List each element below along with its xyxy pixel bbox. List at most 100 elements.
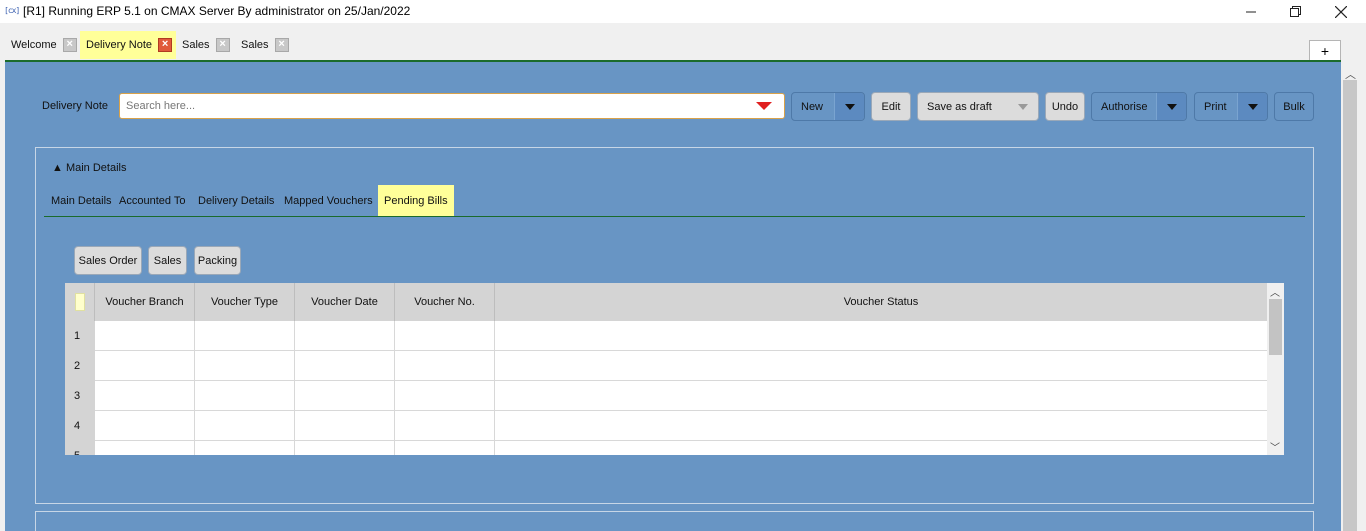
cell-voucher-date[interactable] bbox=[295, 381, 395, 411]
form-label: Delivery Note bbox=[42, 100, 109, 112]
subtab-main-details[interactable]: Main Details bbox=[45, 185, 118, 216]
sales-button[interactable]: Sales bbox=[148, 246, 187, 275]
edit-button-label: Edit bbox=[881, 100, 901, 113]
table-row[interactable]: 1 bbox=[65, 321, 1267, 351]
cell-voucher-branch[interactable] bbox=[95, 441, 195, 455]
column-header[interactable]: Voucher Date bbox=[295, 283, 395, 321]
cell-voucher-date[interactable] bbox=[295, 351, 395, 381]
chevron-down-icon bbox=[1018, 103, 1028, 110]
cell-voucher-status[interactable] bbox=[495, 411, 1267, 441]
minimize-button[interactable] bbox=[1228, 0, 1274, 23]
table-header: Voucher Branch Voucher Type Voucher Date… bbox=[65, 283, 1267, 321]
tab-close-icon[interactable]: × bbox=[158, 38, 173, 52]
cell-voucher-type[interactable] bbox=[195, 381, 295, 411]
new-button[interactable]: New bbox=[791, 92, 865, 121]
cell-voucher-no[interactable] bbox=[395, 381, 495, 411]
chevron-up-icon[interactable]: ︿ bbox=[1270, 284, 1280, 299]
column-header[interactable]: Voucher Branch bbox=[95, 283, 195, 321]
undo-button[interactable]: Undo bbox=[1045, 92, 1085, 121]
save-button-label: Save as draft bbox=[927, 100, 992, 113]
page-scrollbar[interactable]: ︿ bbox=[1341, 62, 1360, 531]
close-icon bbox=[1335, 5, 1347, 18]
print-button-label: Print bbox=[1204, 100, 1227, 113]
cell-voucher-branch[interactable] bbox=[95, 321, 195, 351]
table-scrollbar-thumb[interactable] bbox=[1269, 299, 1282, 355]
save-dropdown[interactable] bbox=[1008, 93, 1038, 120]
table-row[interactable]: 2 bbox=[65, 351, 1267, 381]
cell-voucher-status[interactable] bbox=[495, 321, 1267, 351]
cell-voucher-branch[interactable] bbox=[95, 351, 195, 381]
cell-voucher-type[interactable] bbox=[195, 321, 295, 351]
cell-voucher-status[interactable] bbox=[495, 441, 1267, 455]
row-number: 5 bbox=[65, 441, 95, 455]
chevron-down-icon bbox=[1247, 103, 1258, 110]
select-all-box[interactable] bbox=[75, 293, 85, 311]
search-input[interactable] bbox=[120, 94, 720, 118]
packing-button[interactable]: Packing bbox=[194, 246, 241, 275]
tab-label: Welcome bbox=[11, 39, 57, 51]
cell-voucher-no[interactable] bbox=[395, 441, 495, 455]
cell-voucher-no[interactable] bbox=[395, 321, 495, 351]
cell-voucher-no[interactable] bbox=[395, 351, 495, 381]
subtab-pending-bills[interactable]: Pending Bills bbox=[378, 185, 454, 216]
column-header[interactable]: Voucher Status bbox=[495, 283, 1267, 321]
print-button[interactable]: Print bbox=[1194, 92, 1268, 121]
new-dropdown[interactable] bbox=[834, 93, 864, 120]
section-toggle[interactable]: ▲ Main Details bbox=[52, 162, 126, 174]
cell-voucher-date[interactable] bbox=[295, 441, 395, 455]
voucher-search[interactable] bbox=[119, 93, 785, 119]
edit-button[interactable]: Edit bbox=[871, 92, 911, 121]
scrollbar-thumb[interactable] bbox=[1343, 80, 1357, 531]
cell-voucher-status[interactable] bbox=[495, 381, 1267, 411]
row-number: 4 bbox=[65, 411, 95, 441]
tab-close-icon[interactable]: × bbox=[215, 38, 230, 52]
next-section-group bbox=[35, 511, 1314, 531]
authorise-button[interactable]: Authorise bbox=[1091, 92, 1187, 121]
column-header[interactable]: Voucher No. bbox=[395, 283, 495, 321]
tab-delivery-note[interactable]: Delivery Note × bbox=[80, 31, 177, 59]
bulk-button-label: Bulk bbox=[1283, 100, 1305, 113]
cell-voucher-type[interactable] bbox=[195, 441, 295, 455]
subtab-mapped-vouchers[interactable]: Mapped Vouchers bbox=[278, 185, 379, 216]
print-dropdown[interactable] bbox=[1237, 93, 1267, 120]
undo-button-label: Undo bbox=[1051, 100, 1079, 113]
document-tab-strip: Welcome × Delivery Note × Sales × Sales … bbox=[0, 23, 1366, 61]
chevron-down-icon[interactable]: ﹀ bbox=[1270, 439, 1280, 454]
select-all-cell[interactable] bbox=[65, 283, 95, 321]
table-row[interactable]: 5 bbox=[65, 441, 1267, 455]
authorise-dropdown[interactable] bbox=[1156, 93, 1186, 120]
dropdown-triangle-icon[interactable] bbox=[756, 102, 772, 110]
tab-sales[interactable]: Sales × bbox=[176, 31, 230, 59]
table-row[interactable]: 3 bbox=[65, 381, 1267, 411]
tab-close-icon[interactable]: × bbox=[62, 38, 77, 52]
row-number: 2 bbox=[65, 351, 95, 381]
tab-close-icon[interactable]: × bbox=[274, 38, 289, 52]
cell-voucher-date[interactable] bbox=[295, 411, 395, 441]
table-row[interactable]: 4 bbox=[65, 411, 1267, 441]
cell-voucher-status[interactable] bbox=[495, 351, 1267, 381]
tab-sales-2[interactable]: Sales × bbox=[235, 31, 289, 59]
cell-voucher-type[interactable] bbox=[195, 351, 295, 381]
chevron-down-icon bbox=[1166, 103, 1177, 110]
restore-button[interactable] bbox=[1272, 0, 1318, 23]
subtab-divider bbox=[44, 216, 1305, 217]
cell-voucher-branch[interactable] bbox=[95, 411, 195, 441]
row-number: 1 bbox=[65, 321, 95, 351]
bulk-button[interactable]: Bulk bbox=[1274, 92, 1314, 121]
column-header[interactable]: Voucher Type bbox=[195, 283, 295, 321]
cell-voucher-no[interactable] bbox=[395, 411, 495, 441]
close-window-button[interactable] bbox=[1318, 0, 1364, 23]
subtab-accounted-to[interactable]: Accounted To bbox=[113, 185, 191, 216]
add-tab-button[interactable]: + bbox=[1309, 40, 1341, 61]
save-as-draft-button[interactable]: Save as draft bbox=[917, 92, 1039, 121]
chevron-down-icon bbox=[844, 103, 855, 110]
row-number: 3 bbox=[65, 381, 95, 411]
cell-voucher-type[interactable] bbox=[195, 411, 295, 441]
subtab-delivery-details[interactable]: Delivery Details bbox=[192, 185, 280, 216]
tab-welcome[interactable]: Welcome × bbox=[5, 31, 77, 59]
window-title: [R1] Running ERP 5.1 on CMAX Server By a… bbox=[23, 4, 411, 18]
cell-voucher-date[interactable] bbox=[295, 321, 395, 351]
cell-voucher-branch[interactable] bbox=[95, 381, 195, 411]
sales-order-button[interactable]: Sales Order bbox=[74, 246, 142, 275]
table-scrollbar[interactable]: ︿ ﹀ bbox=[1267, 283, 1284, 455]
